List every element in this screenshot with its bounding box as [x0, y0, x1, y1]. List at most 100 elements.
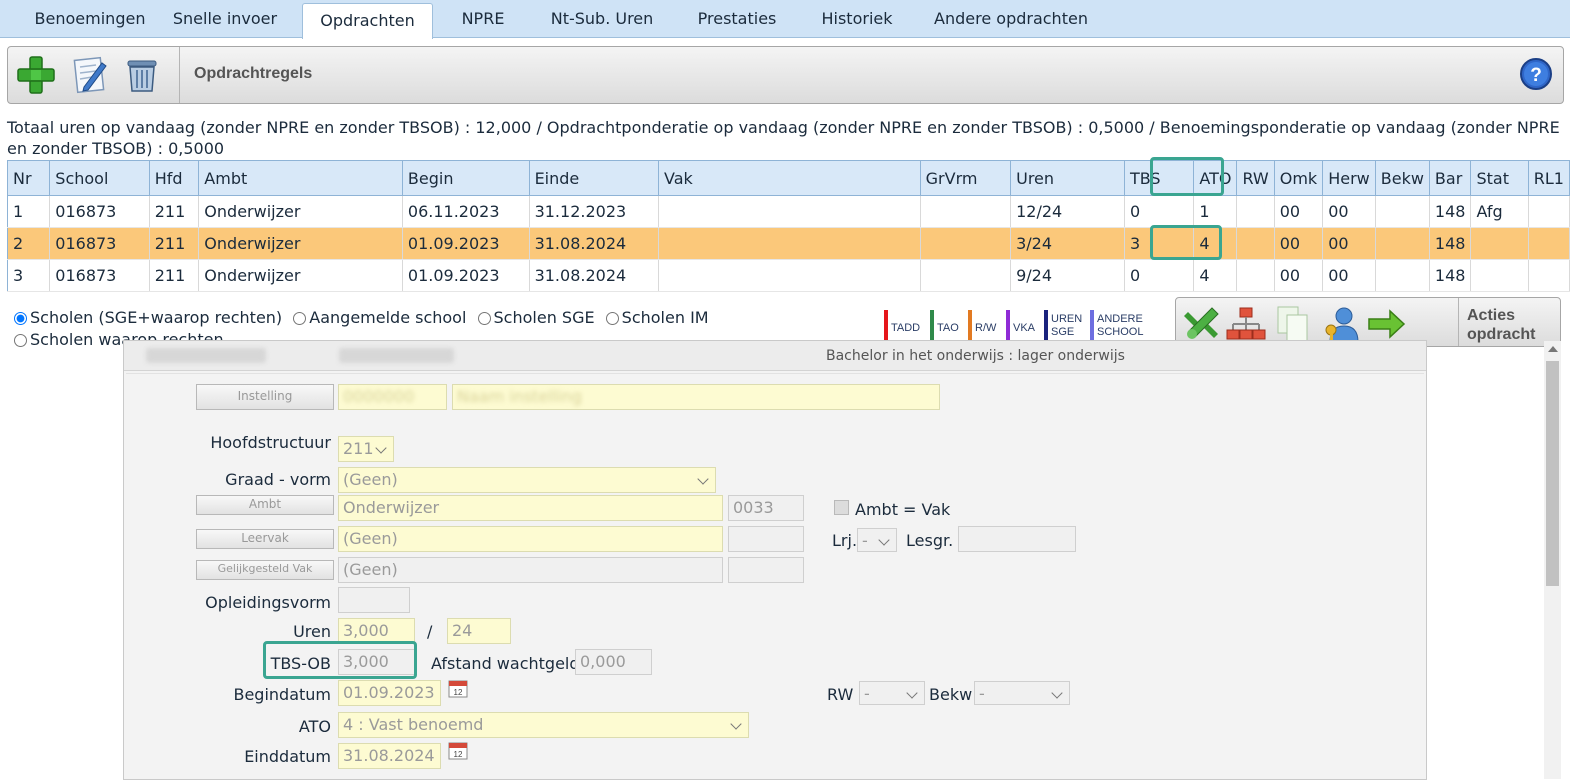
col-header[interactable]: Bar — [1428, 160, 1472, 196]
hoofdstructuur-select[interactable]: 211 — [338, 436, 394, 462]
delete-icon[interactable] — [120, 53, 164, 97]
col-header[interactable]: Omk — [1273, 160, 1324, 196]
tab-historiek[interactable]: Historiek — [810, 0, 904, 38]
begindatum-field[interactable]: 01.09.2023 — [338, 680, 441, 706]
cell: Afg — [1470, 195, 1529, 228]
afstand-wachtgeld-field[interactable]: 0,000 — [575, 649, 652, 675]
help-icon[interactable]: ? — [1519, 57, 1553, 91]
ambt-code-field[interactable]: 0033 — [728, 495, 804, 521]
col-header[interactable]: GrVrm — [919, 160, 1012, 196]
col-header[interactable]: ATO — [1193, 160, 1238, 196]
opleidingsvorm-label: Opleidingsvorm — [205, 593, 331, 612]
scroll-up-icon[interactable] — [1548, 346, 1558, 352]
cell: 06.11.2023 — [402, 195, 530, 228]
hierarchy-icon[interactable] — [1226, 304, 1266, 344]
ambt-vak-checkbox[interactable] — [834, 500, 849, 515]
col-header[interactable]: Vak — [658, 160, 921, 196]
scrollbar[interactable] — [1544, 341, 1561, 779]
bekw-label: Bekw — [929, 685, 973, 704]
copy-icon[interactable] — [1274, 304, 1314, 344]
calendar-icon[interactable]: 12 — [448, 740, 468, 760]
tools-icon[interactable] — [1182, 304, 1222, 344]
radio-scholen-sge[interactable]: Scholen SGE — [477, 308, 595, 327]
col-header-tbs[interactable]: TBS — [1123, 160, 1195, 196]
edit-icon[interactable] — [68, 53, 112, 97]
instelling-code-field[interactable]: 0000000 — [338, 384, 447, 410]
user-key-icon[interactable] — [1322, 304, 1362, 344]
cell-tbs: 0 — [1124, 195, 1195, 228]
einddatum-field[interactable]: 31.08.2024 — [338, 743, 441, 769]
gelijkgesteld-vak-field[interactable]: (Geen) — [338, 557, 723, 583]
scroll-thumb[interactable] — [1546, 361, 1559, 586]
graad-vorm-select[interactable]: (Geen) — [338, 467, 716, 493]
col-header[interactable]: School — [49, 160, 150, 196]
cell: 4 — [1193, 259, 1238, 292]
col-header[interactable]: Herw — [1322, 160, 1376, 196]
cell-tbs: 3 — [1124, 227, 1195, 260]
col-header[interactable]: Stat — [1470, 160, 1529, 196]
col-header[interactable]: RW — [1236, 160, 1275, 196]
table-row[interactable]: 3 016873 211 Onderwijzer 01.09.2023 31.0… — [7, 259, 1570, 292]
rw-select[interactable]: - — [859, 681, 925, 705]
tab-nt-sub-uren[interactable]: Nt-Sub. Uren — [545, 0, 659, 38]
cell: 3 — [7, 259, 51, 292]
tab-opdrachten[interactable]: Opdrachten — [302, 3, 433, 39]
table-row[interactable]: 1 016873 211 Onderwijzer 06.11.2023 31.1… — [7, 195, 1570, 228]
arrow-right-icon[interactable] — [1366, 304, 1406, 344]
cell: 211 — [149, 259, 200, 292]
col-header[interactable]: Nr — [6, 160, 51, 196]
leervak-button[interactable]: Leervak — [196, 529, 334, 549]
radio-label: Scholen SGE — [493, 308, 595, 327]
col-header[interactable]: RL1 — [1527, 160, 1570, 196]
instelling-button[interactable]: Instelling — [196, 384, 334, 410]
ambt-button[interactable]: Ambt — [196, 495, 334, 515]
cell — [658, 259, 921, 292]
actions-title: Acties opdracht — [1467, 307, 1536, 343]
col-header[interactable]: Bekw — [1374, 160, 1430, 196]
lesgr-field[interactable] — [958, 526, 1076, 552]
uren-total-field[interactable]: 24 — [447, 618, 511, 644]
tab-benoemingen[interactable]: Benoemingen — [14, 0, 166, 38]
col-header[interactable]: Uren — [1010, 160, 1125, 196]
instelling-name-field[interactable]: Naam instelling — [452, 384, 940, 410]
calendar-icon[interactable]: 12 — [448, 678, 468, 698]
tab-npre[interactable]: NPRE — [443, 0, 523, 38]
add-icon[interactable] — [14, 53, 58, 97]
bekw-select[interactable]: - — [974, 681, 1070, 705]
svg-text:12: 12 — [454, 750, 463, 759]
table-row-selected[interactable]: 2 016873 211 Onderwijzer 01.09.2023 31.0… — [7, 227, 1570, 260]
radio-scholen-sge-rechten[interactable]: Scholen (SGE+waarop rechten) — [14, 308, 282, 327]
tab-andere-opdrachten[interactable]: Andere opdrachten — [930, 0, 1092, 38]
detail-panel-header: Bachelor in het onderwijs : lager onderw… — [124, 341, 1426, 371]
hoofdstructuur-label: Hoofdstructuur — [210, 433, 331, 452]
col-header[interactable]: Einde — [528, 160, 660, 196]
toolbar-separator — [179, 47, 180, 103]
ambt-vak-label: Ambt = Vak — [855, 500, 951, 519]
leervak-field[interactable]: (Geen) — [338, 526, 723, 552]
tab-snelle-invoer[interactable]: Snelle invoer — [164, 0, 286, 38]
tab-prestaties[interactable]: Prestaties — [685, 0, 789, 38]
col-header[interactable]: Ambt — [198, 160, 403, 196]
opleidingsvorm-field[interactable] — [338, 587, 410, 613]
gelijkgesteld-vak-button[interactable]: Gelijkgesteld Vak — [196, 560, 334, 580]
radio-label: Scholen IM — [621, 308, 709, 327]
ambt-field[interactable]: Onderwijzer — [338, 495, 723, 521]
gelijkgesteld-code-field[interactable] — [728, 557, 804, 583]
cell — [920, 227, 1012, 260]
uren-label: Uren — [293, 622, 331, 641]
uren-field[interactable]: 3,000 — [338, 618, 415, 644]
col-header[interactable]: Begin — [401, 160, 530, 196]
cell: Onderwijzer — [198, 259, 403, 292]
tbs-ob-field[interactable]: 3,000 — [338, 649, 415, 675]
cell: 31.12.2023 — [529, 195, 660, 228]
summary-text: Totaal uren op vandaag (zonder NPRE en z… — [7, 118, 1560, 158]
col-header[interactable]: Hfd — [148, 160, 200, 196]
ato-select[interactable]: 4 : Vast benoemd — [338, 712, 749, 738]
lrj-select[interactable]: - — [857, 528, 897, 552]
radio-aangemelde-school[interactable]: Aangemelde school — [293, 308, 466, 327]
leervak-code-field[interactable] — [728, 526, 804, 552]
cell — [1236, 195, 1275, 228]
detail-subtitle: Bachelor in het onderwijs : lager onderw… — [826, 348, 1125, 364]
radio-scholen-im[interactable]: Scholen IM — [605, 308, 709, 327]
cell: 00 — [1322, 195, 1376, 228]
